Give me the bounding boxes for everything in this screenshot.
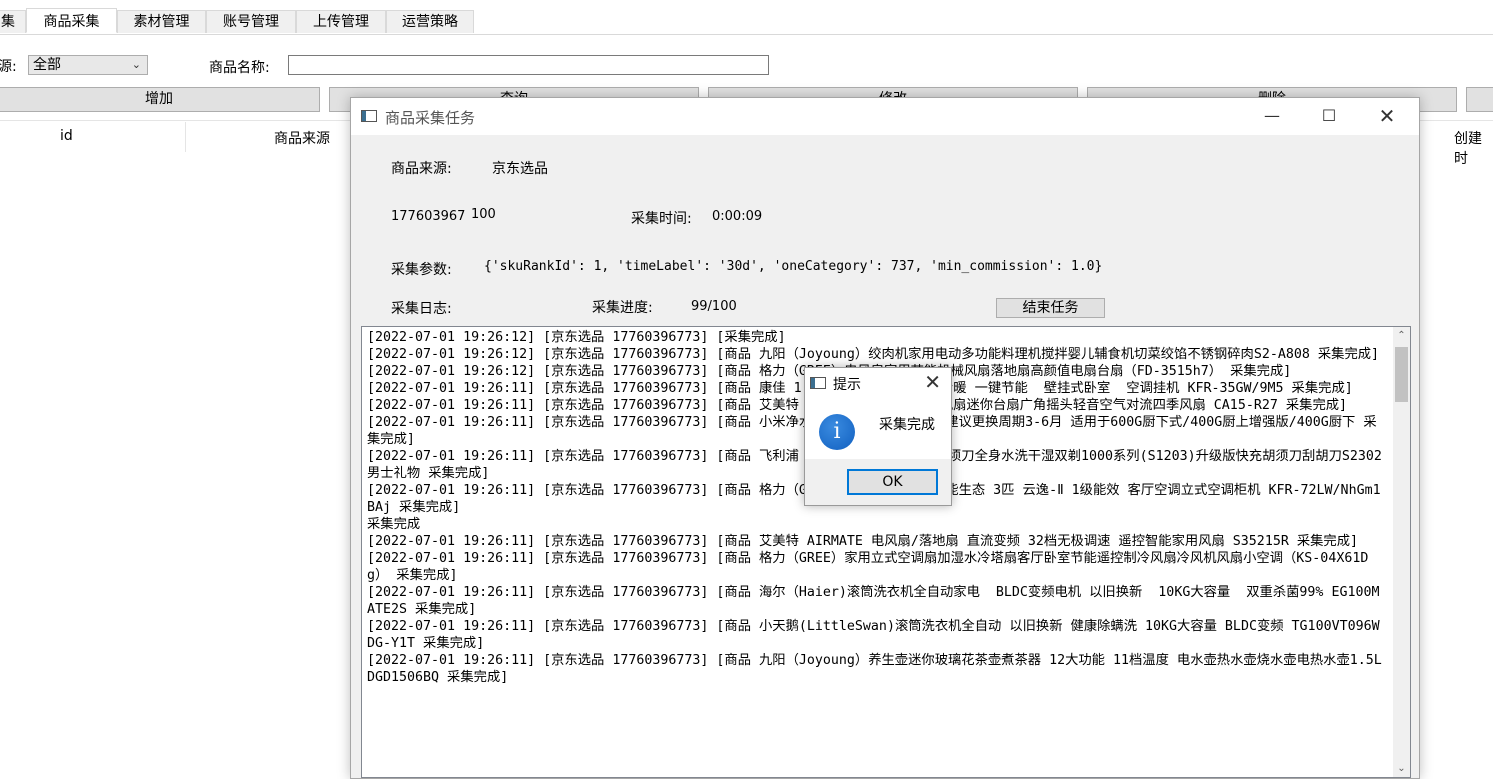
scroll-thumb[interactable] xyxy=(1395,347,1408,402)
scroll-up-icon[interactable]: ⌃ xyxy=(1393,327,1410,344)
progress-value: 99/100 xyxy=(691,299,737,314)
progress-label: 采集进度: xyxy=(592,300,653,316)
source-select-value: 全部 xyxy=(33,57,61,73)
tab-material-manage[interactable]: 素材管理 xyxy=(117,10,206,33)
app-icon xyxy=(810,377,826,389)
app-icon xyxy=(361,110,377,122)
message-titlebar[interactable]: 提示 ✕ xyxy=(805,368,951,398)
log-label: 采集日志: xyxy=(391,301,452,317)
tab-product-collect[interactable]: 商品采集 xyxy=(26,8,117,33)
tab-account-manage[interactable]: 账号管理 xyxy=(206,10,296,33)
column-divider xyxy=(185,122,186,152)
tab-label: 账号管理 xyxy=(223,14,279,30)
close-icon[interactable]: ✕ xyxy=(1364,102,1410,130)
message-body: i 采集完成 xyxy=(805,398,951,459)
dialog-title: 商品采集任务 xyxy=(385,109,476,127)
close-icon[interactable]: ✕ xyxy=(924,370,941,394)
source-label: 源: xyxy=(0,59,17,75)
time-value: 0:00:09 xyxy=(712,209,763,224)
chevron-down-icon: ⌄ xyxy=(131,58,141,71)
message-title: 提示 xyxy=(833,377,861,393)
info-icon: i xyxy=(819,414,855,450)
params-value: {'skuRankId': 1, 'timeLabel': '30d', 'on… xyxy=(484,259,1103,274)
source-select[interactable]: 全部 ⌄ xyxy=(28,55,148,75)
tab-label: 商品采集 xyxy=(43,14,100,30)
minimize-icon[interactable]: — xyxy=(1249,102,1295,130)
product-name-input[interactable] xyxy=(288,55,769,75)
info-message-box: 提示 ✕ i 采集完成 OK xyxy=(804,367,952,506)
message-text: 采集完成 xyxy=(879,417,935,433)
dialog-titlebar[interactable]: 商品采集任务 — ☐ ✕ xyxy=(351,98,1419,135)
tab-bar: 集 商品采集 素材管理 账号管理 上传管理 运营策略 xyxy=(0,8,1493,35)
tab-operation-strategy[interactable]: 运营策略 xyxy=(386,10,474,33)
tab-upload-manage[interactable]: 上传管理 xyxy=(296,10,386,33)
column-header-created[interactable]: 创建时 xyxy=(1454,128,1493,168)
tab-label: 素材管理 xyxy=(133,14,190,30)
tab-collect-partial[interactable]: 集 xyxy=(0,10,26,33)
tab-label: 上传管理 xyxy=(313,14,369,30)
scroll-down-icon[interactable]: ⌄ xyxy=(1393,760,1410,777)
add-button[interactable]: 增加 xyxy=(0,87,320,112)
source-label: 商品来源: xyxy=(391,161,452,177)
source-value: 京东选品 xyxy=(492,161,548,177)
time-label: 采集时间: xyxy=(631,211,692,227)
log-scrollbar[interactable]: ⌃ ⌄ xyxy=(1393,327,1410,777)
product-name-label: 商品名称: xyxy=(209,60,270,76)
tab-label: 运营策略 xyxy=(402,14,458,30)
account-id: 177603967 xyxy=(391,209,466,224)
ok-button[interactable]: OK xyxy=(847,469,938,495)
extra-button[interactable] xyxy=(1466,87,1493,112)
maximize-icon[interactable]: ☐ xyxy=(1306,102,1352,130)
collect-count: 100 xyxy=(471,207,496,222)
column-header-id[interactable]: id xyxy=(60,128,73,144)
end-task-button[interactable]: 结束任务 xyxy=(996,298,1105,318)
tab-label: 集 xyxy=(1,14,15,30)
params-label: 采集参数: xyxy=(391,262,452,278)
column-header-source[interactable]: 商品来源 xyxy=(274,128,330,148)
